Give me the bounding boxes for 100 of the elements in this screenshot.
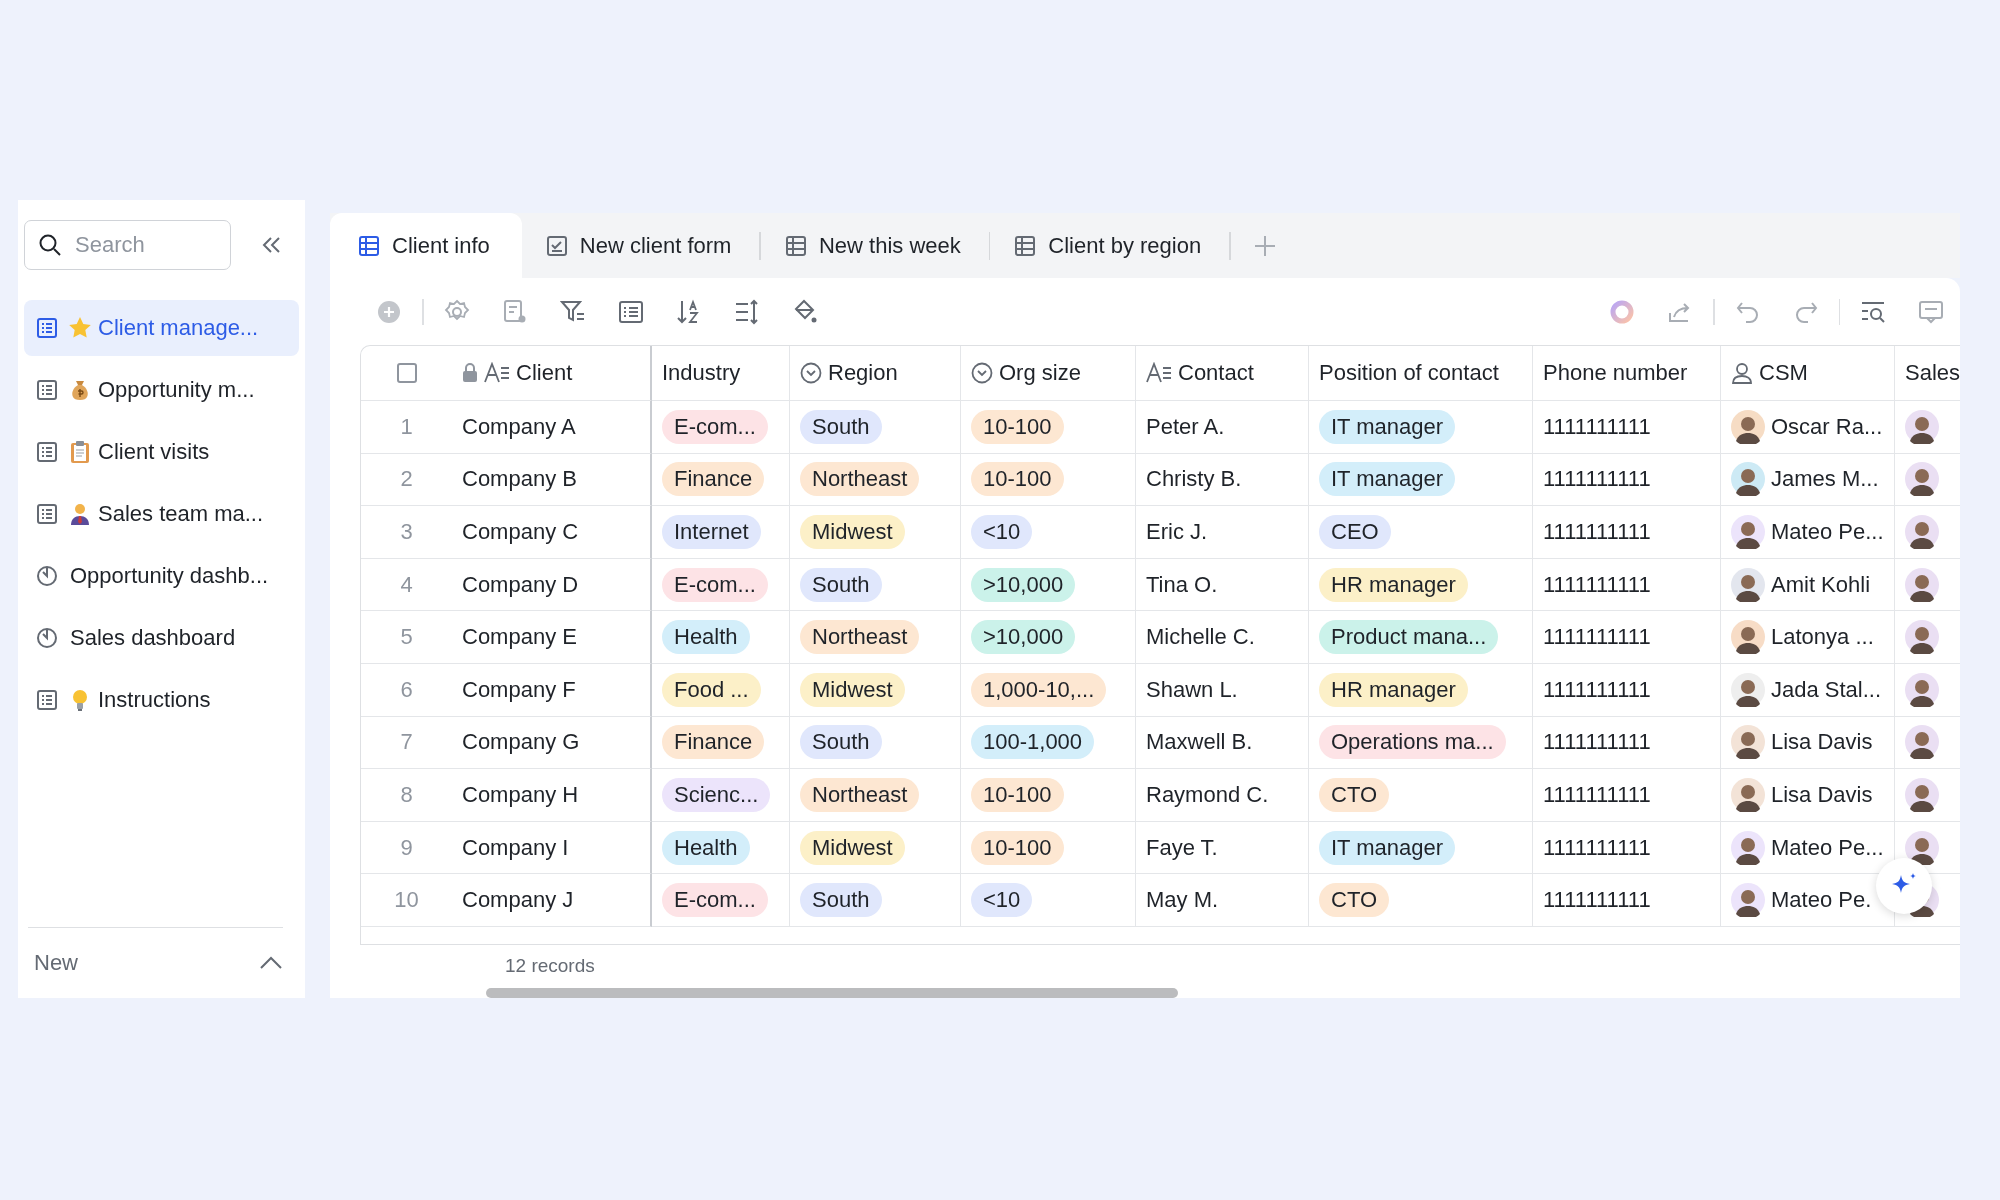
table-cell: Company D [452,558,652,612]
person-name: Lisa Davis [1771,729,1873,756]
sidebar-item[interactable]: Instructions [24,672,299,728]
sidebar-item[interactable]: Sales dashboard [24,610,299,666]
collapse-icon[interactable] [261,235,283,255]
tab[interactable]: New this week [760,213,989,278]
select-all-checkbox[interactable] [396,363,417,383]
comment-icon[interactable] [1918,298,1944,325]
avatar-icon [1731,567,1765,602]
tab[interactable]: New client form [521,213,760,278]
list-icon[interactable] [617,298,644,325]
option-tag: <10 [971,883,1033,918]
dropdown-icon [800,362,822,384]
sidebar-item[interactable]: Opportunity m... [24,362,299,418]
form-settings-icon[interactable] [501,298,528,325]
sidebar-item[interactable]: Sales team ma... [24,486,299,542]
option-tag: 100-1,000 [971,725,1095,760]
row-number: 2 [361,453,452,507]
text-field-icon [1146,362,1172,384]
option-tag: >10,000 [971,620,1076,655]
caret-icon[interactable] [259,956,283,970]
table-icon [36,689,58,711]
person-name: Mateo Pe... [1771,834,1884,861]
person-icon [1731,362,1753,384]
section-label: New [34,950,78,976]
option-tag: Northeast [800,620,920,655]
add-tab-icon[interactable] [1252,233,1277,258]
sidebar-item[interactable]: Client visits [24,424,299,480]
column-header[interactable]: Region [790,346,961,401]
form-icon [545,234,568,257]
sidebar-item[interactable]: Client manage... [24,300,299,356]
table-cell: Raymond C. [1136,769,1309,822]
table-cell: Company A [452,401,652,454]
option-tag: IT manager [1319,409,1456,444]
option-tag: CTO [1319,883,1390,918]
column-header[interactable]: Client [452,346,652,401]
record-count: 12 records [505,955,595,977]
option-tag: CTO [1319,777,1390,812]
option-tag: Health [662,620,750,655]
option-tag: IT manager [1319,462,1456,497]
person-name: James M... [1771,466,1879,493]
column-header[interactable]: Phone number [1533,346,1721,401]
option-tag: 10-100 [971,462,1064,497]
table-cell: Maxwell B. [1136,716,1309,770]
option-tag: HR manager [1319,672,1468,707]
option-tag: Food ... [662,672,761,707]
column-header[interactable]: Org size [961,346,1136,401]
row-number: 1 [361,401,452,454]
table-icon [358,234,380,257]
option-tag: E-com... [662,883,768,918]
table-cell: Company I [452,821,652,875]
column-header[interactable]: Position of contact [1309,346,1533,401]
option-tag: E-com... [662,409,768,444]
option-tag: Midwest [800,672,905,707]
row-height-icon[interactable] [733,298,760,325]
option-tag: South [800,725,882,760]
avatar-icon [1731,462,1765,497]
column-header[interactable]: Contact [1136,346,1309,401]
table-cell: 1111111111 [1533,769,1721,822]
option-tag: Health [662,830,750,865]
table-cell: 1111111111 [1533,611,1721,664]
table-cell: Company J [452,874,652,927]
option-tag: Finance [662,725,765,760]
table-cell: Peter A. [1136,401,1309,454]
search-field[interactable]: Search [24,220,231,270]
option-tag: South [800,567,882,602]
row-number: 3 [361,506,452,559]
table-icon [1014,234,1037,257]
add-icon[interactable] [376,298,402,325]
tab[interactable]: Client info [330,213,522,278]
option-tag: Midwest [800,515,905,549]
option-tag: Scienc... [662,777,771,812]
option-tag: Operations ma... [1319,725,1506,760]
option-tag: Northeast [800,777,920,812]
option-tag: South [800,409,882,444]
row-number: 5 [361,611,452,664]
column-header[interactable]: Sales [1895,346,1960,401]
sort-icon[interactable] [675,298,702,325]
avatar-icon [1731,515,1765,549]
column-header[interactable]: CSM [1721,346,1895,401]
assistant-icon[interactable] [1609,298,1635,325]
avatar-icon [1731,830,1765,865]
star-icon [68,316,92,340]
table-cell: 1111111111 [1533,663,1721,717]
person-name: Amit Kohli [1771,571,1871,598]
avatar-icon [1731,725,1765,760]
option-tag: 10-100 [971,830,1064,865]
column-header[interactable]: Industry [652,346,790,401]
table-icon [36,441,58,463]
table-cell: 1111111111 [1533,716,1721,770]
sidebar-item[interactable]: Opportunity dashb... [24,548,299,604]
option-tag: Finance [662,462,765,497]
table-cell: 1111111111 [1533,401,1721,454]
option-tag: Northeast [800,462,920,497]
option-tag: CEO [1319,515,1391,549]
text-field-icon [484,362,510,384]
table-cell: Michelle C. [1136,611,1309,664]
scrollbar[interactable] [486,988,1178,998]
tab[interactable]: Client by region [990,213,1230,278]
option-tag: 10-100 [971,409,1064,444]
